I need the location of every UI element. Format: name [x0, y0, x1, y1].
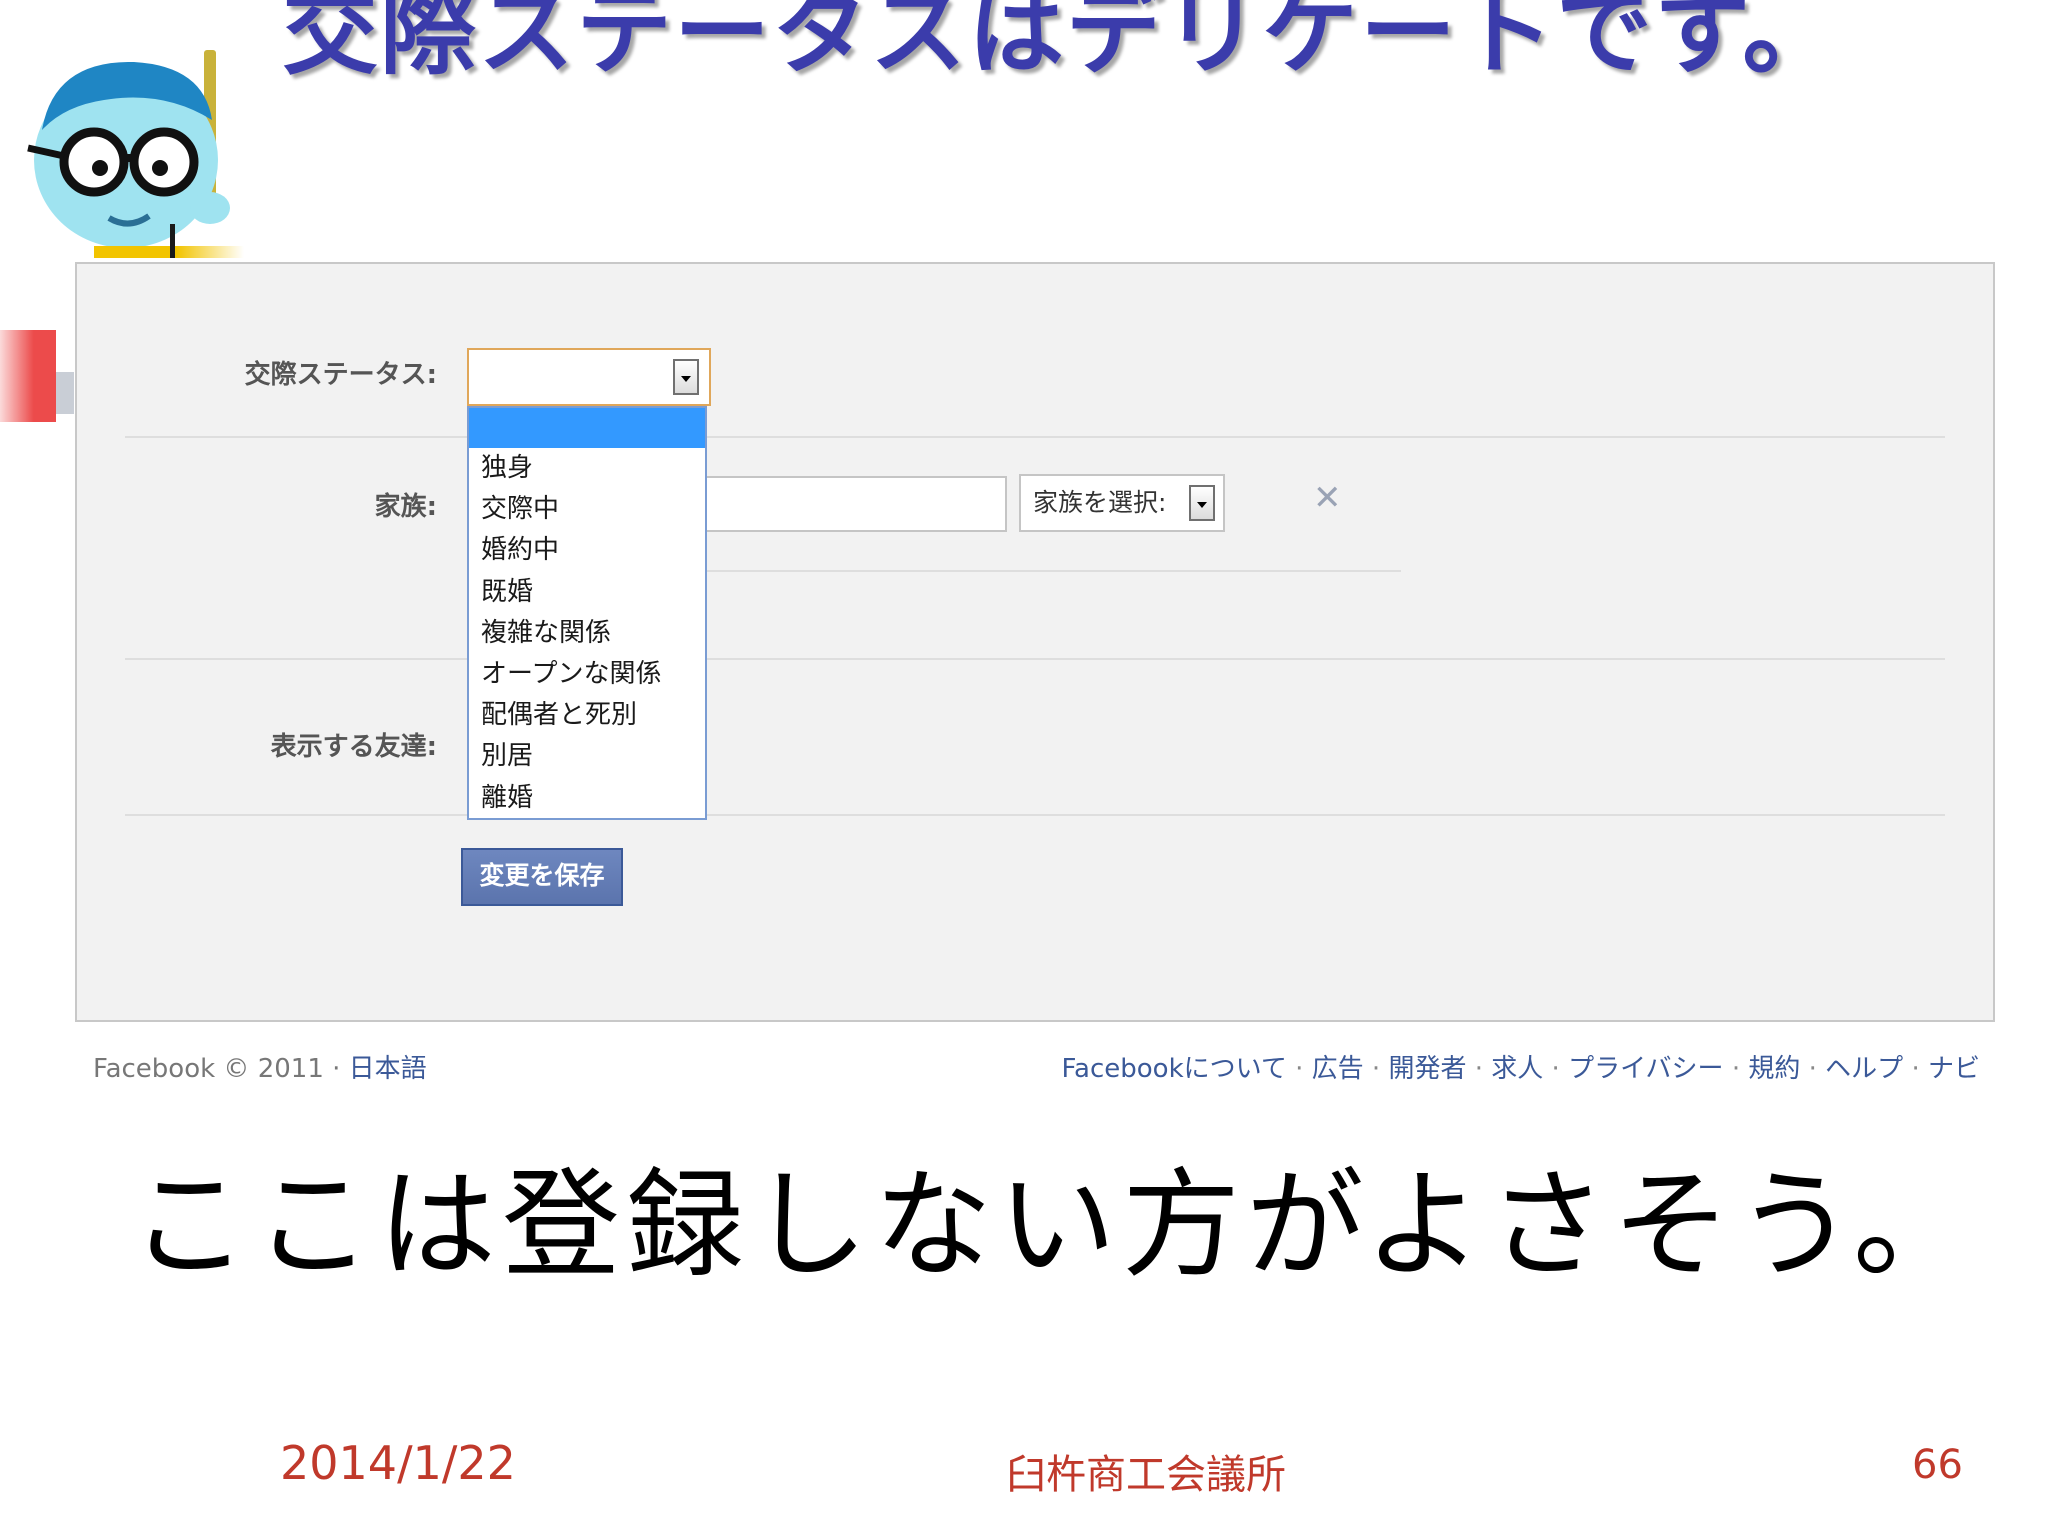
- dropdown-option[interactable]: 既婚: [469, 572, 705, 613]
- dropdown-option[interactable]: 独身: [469, 448, 705, 489]
- dropdown-option[interactable]: 交際中: [469, 489, 705, 530]
- glasses-left-lens: [59, 127, 129, 197]
- link-separator: ·: [1903, 1054, 1928, 1084]
- link-separator: ·: [1800, 1054, 1826, 1084]
- slide-title: 交際ステータスはデリケートです。: [282, 0, 1841, 88]
- close-icon[interactable]: ✕: [1313, 478, 1342, 518]
- relationship-settings-panel: 交際ステータス: 家族: 家族を選択: ✕ 表示する友達: 変更を保存 独身 交際…: [75, 262, 1995, 1022]
- language-link[interactable]: 日本語: [349, 1054, 427, 1084]
- dropdown-option[interactable]: 婚約中: [469, 530, 705, 571]
- dropdown-highlighted-empty-option[interactable]: [469, 408, 705, 448]
- slide-organization: 臼杵商工会議所: [1006, 1452, 1286, 1498]
- footer-link[interactable]: Facebookについて: [1061, 1054, 1286, 1084]
- link-separator: ·: [1723, 1054, 1749, 1084]
- footer-link[interactable]: 求人: [1491, 1054, 1543, 1084]
- chevron-down-icon[interactable]: [1189, 485, 1215, 521]
- title-accent-bar: [94, 246, 244, 258]
- footer-link[interactable]: プライバシー: [1568, 1054, 1723, 1084]
- link-separator: ·: [1363, 1054, 1389, 1084]
- slide-date: 2014/1/22: [280, 1436, 516, 1490]
- footer-link[interactable]: ナビ: [1928, 1054, 1980, 1084]
- footer-link[interactable]: 開発者: [1388, 1054, 1466, 1084]
- chevron-down-icon[interactable]: [673, 359, 699, 395]
- teacher-mascot-illustration: [27, 50, 230, 248]
- facebook-copyright: Facebook © 2011 · 日本語: [93, 1048, 427, 1085]
- title-accent-tick: [170, 224, 175, 258]
- dropdown-option[interactable]: 離婚: [469, 778, 705, 819]
- row-divider: [125, 658, 1945, 660]
- row-divider: [707, 570, 1401, 572]
- slide-page-number: 66: [1912, 1442, 1963, 1488]
- footer-link[interactable]: 規約: [1748, 1054, 1800, 1084]
- dropdown-option[interactable]: 配偶者と死別: [469, 695, 705, 736]
- family-label: 家族:: [374, 492, 437, 522]
- family-name-input[interactable]: [707, 476, 1007, 532]
- dropdown-option[interactable]: オープンな関係: [469, 654, 705, 695]
- family-relation-select[interactable]: 家族を選択:: [1019, 474, 1225, 532]
- save-changes-button[interactable]: 変更を保存: [461, 848, 623, 906]
- dropdown-option[interactable]: 複雑な関係: [469, 613, 705, 654]
- row-divider: [125, 814, 1945, 816]
- relationship-status-label: 交際ステータス:: [244, 360, 437, 390]
- link-separator: ·: [1286, 1054, 1312, 1084]
- slide-caption: ここは登録しない方がよさそう。: [130, 1156, 1978, 1294]
- red-side-mark: [0, 330, 56, 422]
- link-separator: ·: [1543, 1054, 1569, 1084]
- dropdown-option[interactable]: 別居: [469, 736, 705, 777]
- footer-link[interactable]: 広告: [1312, 1054, 1364, 1084]
- facebook-copyright-text: Facebook © 2011 ·: [93, 1054, 349, 1084]
- relationship-status-dropdown-list[interactable]: 独身 交際中 婚約中 既婚 複雑な関係 オープンな関係 配偶者と死別 別居 離婚: [467, 406, 707, 820]
- facebook-footer-links: Facebookについて · 広告 · 開発者 · 求人 · プライバシー · …: [1061, 1048, 1980, 1085]
- link-separator: ·: [1466, 1054, 1492, 1084]
- row-divider: [125, 436, 1945, 438]
- relationship-status-select[interactable]: [467, 348, 711, 406]
- family-relation-select-label: 家族を選択:: [1033, 488, 1167, 517]
- mascot-hand: [190, 192, 230, 224]
- visible-friends-label: 表示する友達:: [270, 732, 437, 762]
- footer-link[interactable]: ヘルプ: [1825, 1054, 1903, 1084]
- grey-side-mark: [56, 372, 74, 414]
